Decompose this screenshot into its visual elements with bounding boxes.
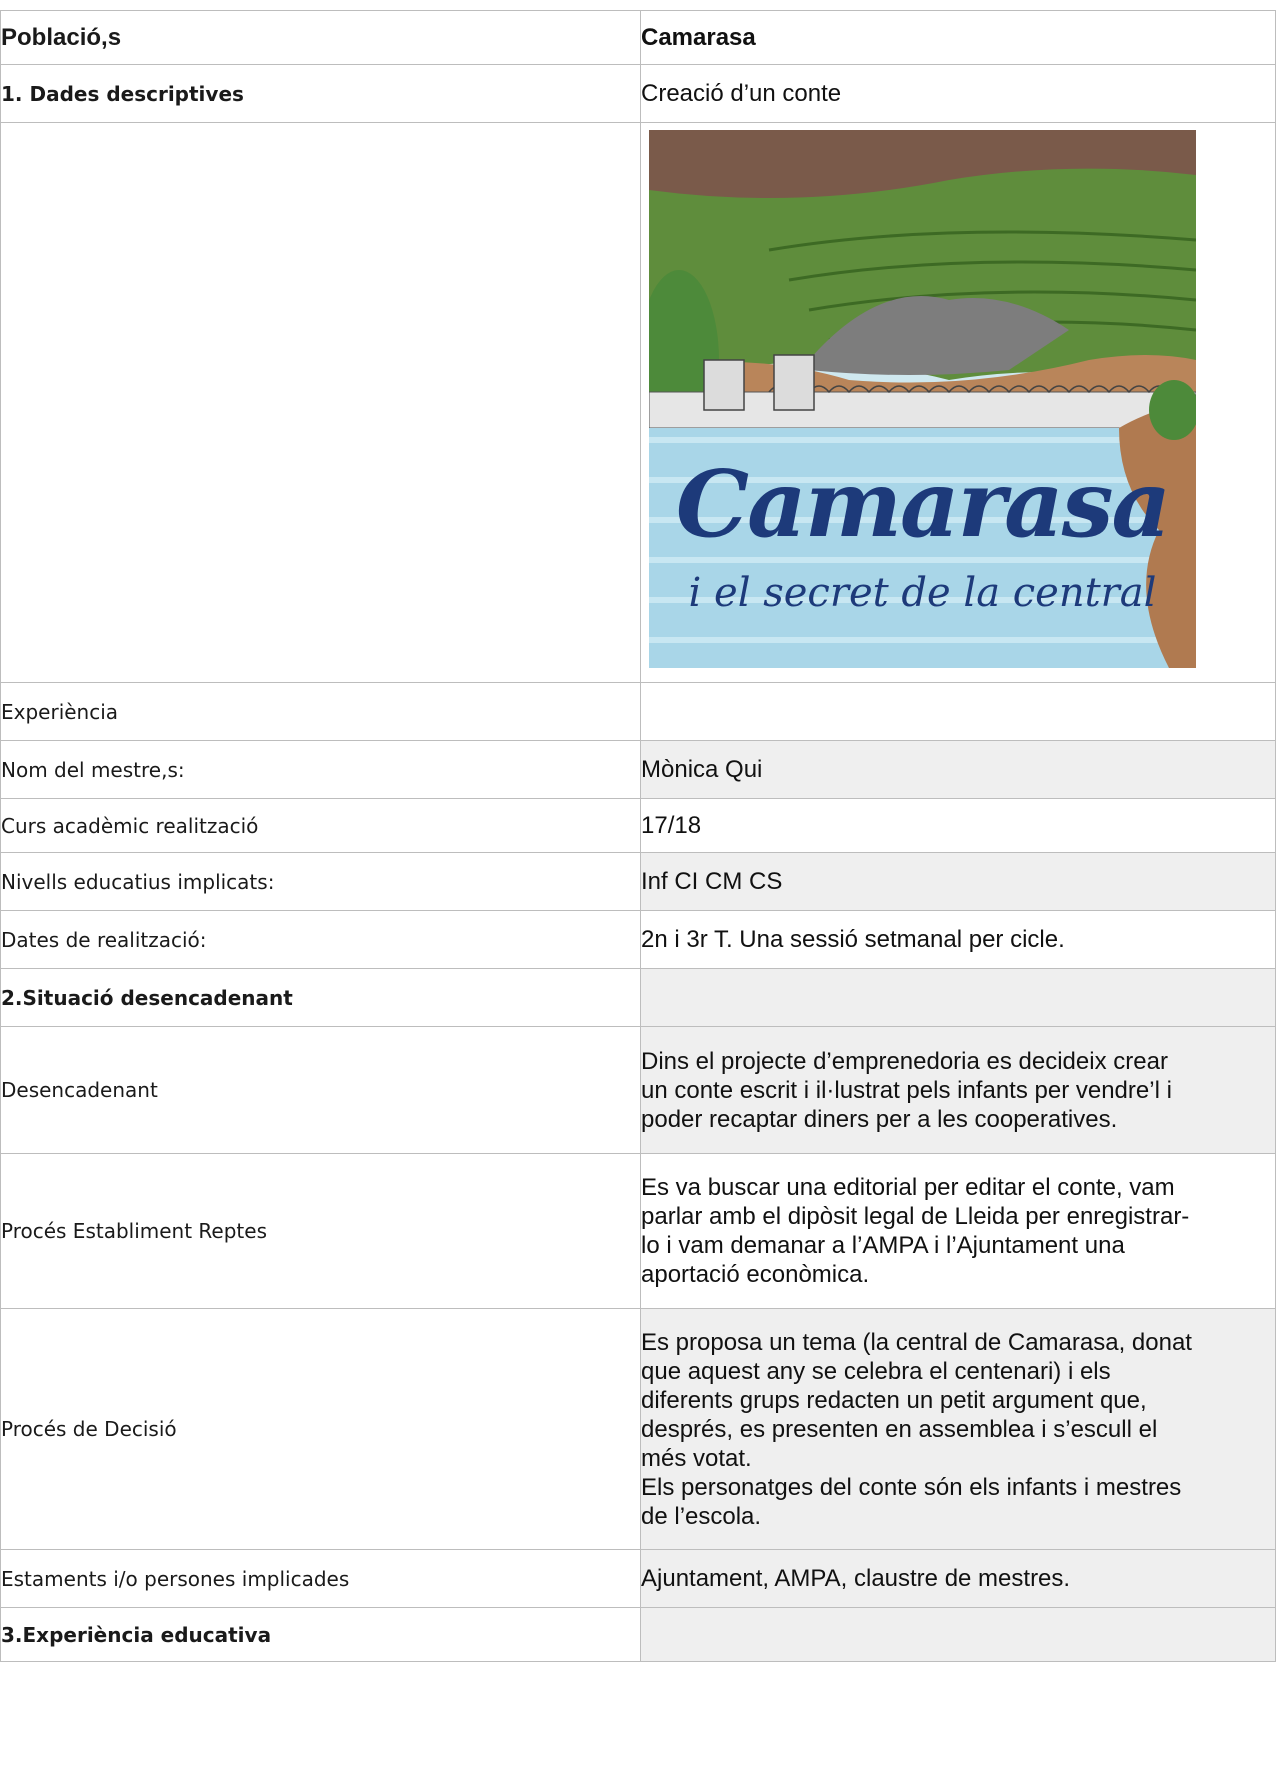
section-situation-label: 2.Situació desencadenant: [0, 968, 641, 1027]
table-row: Experiència: [0, 682, 1276, 741]
header-label: Població,s: [0, 10, 641, 65]
experience-value: [640, 682, 1276, 741]
teacher-value: Mònica Qui: [640, 740, 1276, 799]
table-row: Camarasa i el secret de la central: [0, 122, 1276, 683]
section-descriptive-label: 1. Dades descriptives: [0, 64, 641, 123]
cover-title: Camarasa: [675, 450, 1171, 558]
stakeholders-value: Ajuntament, AMPA, claustre de mestres.: [640, 1549, 1276, 1608]
teacher-label: Nom del mestre,s:: [0, 740, 641, 799]
decision-value: Es proposa un tema (la central de Camara…: [640, 1308, 1276, 1550]
header-value: Camarasa: [640, 10, 1276, 65]
table-row: Dates de realització: 2n i 3r T. Una ses…: [0, 910, 1276, 969]
table-row: Nom del mestre,s: Mònica Qui: [0, 740, 1276, 799]
educational-value: [640, 1607, 1276, 1662]
table-row: 2.Situació desencadenant: [0, 968, 1276, 1027]
cover-subtitle: i el secret de la central: [688, 570, 1157, 616]
dates-label: Dates de realització:: [0, 910, 641, 969]
levels-label: Nivells educatius implicats:: [0, 852, 641, 911]
section-educational-label: 3.Experiència educativa: [0, 1607, 641, 1662]
descriptive-value: Creació d’un conte: [640, 64, 1276, 123]
table-row: 1. Dades descriptives Creació d’un conte: [0, 64, 1276, 123]
decision-label: Procés de Decisió: [0, 1308, 641, 1550]
stakeholders-label: Estaments i/o persones implicades: [0, 1549, 641, 1608]
book-cover-image: Camarasa i el secret de la central: [649, 130, 1196, 668]
levels-value: Inf CI CM CS: [640, 852, 1276, 911]
challenges-label: Procés Establiment Reptes: [0, 1153, 641, 1309]
table-row: Desencadenant Dins el projecte d’emprene…: [0, 1026, 1276, 1154]
table-row: Procés Establiment Reptes Es va buscar u…: [0, 1153, 1276, 1309]
table-row: Procés de Decisió Es proposa un tema (la…: [0, 1308, 1276, 1550]
situation-value: [640, 968, 1276, 1027]
trigger-label: Desencadenant: [0, 1026, 641, 1154]
info-table: Població,s Camarasa 1. Dades descriptive…: [0, 10, 1276, 1662]
dates-value: 2n i 3r T. Una sessió setmanal per cicle…: [640, 910, 1276, 969]
cover-cell: Camarasa i el secret de la central: [640, 122, 1276, 683]
experience-label: Experiència: [0, 682, 641, 741]
table-row: Curs acadèmic realització 17/18: [0, 798, 1276, 853]
table-row: 3.Experiència educativa: [0, 1607, 1276, 1662]
cover-label-empty: [0, 122, 641, 683]
challenges-value: Es va buscar una editorial per editar el…: [640, 1153, 1276, 1309]
table-row: Estaments i/o persones implicades Ajunta…: [0, 1549, 1276, 1608]
year-label: Curs acadèmic realització: [0, 798, 641, 853]
table-row: Població,s Camarasa: [0, 10, 1276, 65]
year-value: 17/18: [640, 798, 1276, 853]
table-row: Nivells educatius implicats: Inf CI CM C…: [0, 852, 1276, 911]
trigger-value: Dins el projecte d’emprenedoria es decid…: [640, 1026, 1276, 1154]
